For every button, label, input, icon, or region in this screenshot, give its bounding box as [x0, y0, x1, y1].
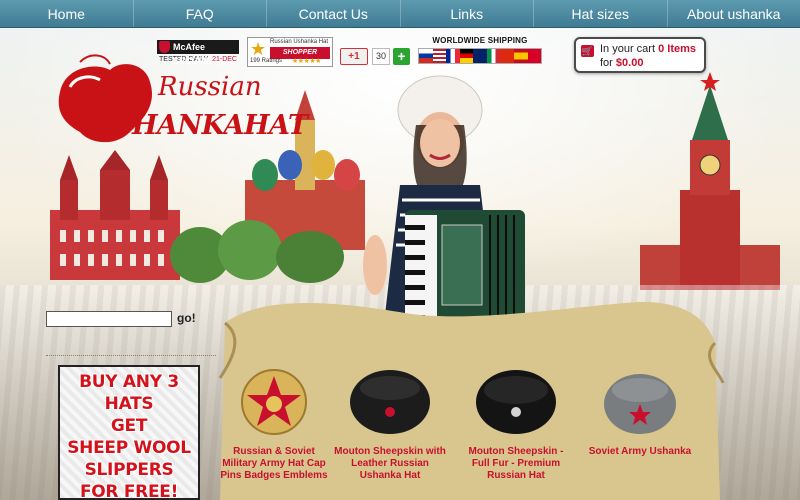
product-card-soviet-army[interactable]: Soviet Army Ushanka: [584, 368, 696, 458]
mcafee-date-text: 21-DEC: [212, 56, 237, 63]
black-fur-ushanka-hat-icon: [476, 370, 556, 434]
product-card-mouton-leather[interactable]: Mouton Sheepskin with Leather Russian Us…: [334, 368, 446, 482]
promo-line-1: BUY ANY 3 HATS: [79, 372, 179, 414]
cart-item-count: 0 Items: [658, 43, 697, 55]
cart-for-text: for: [600, 57, 613, 69]
product-name[interactable]: Mouton Sheepskin - Full Fur - Premium Ru…: [460, 446, 572, 482]
product-name[interactable]: Mouton Sheepskin with Leather Russian Us…: [334, 446, 446, 482]
nav-faq[interactable]: FAQ: [134, 0, 267, 27]
shopper-approved-ratings: 199 Ratings: [250, 58, 283, 64]
logo-text-russian: Russian: [158, 72, 262, 102]
kremlin-spasskaya-tower-illustration: [640, 72, 780, 290]
google-plus-one-button[interactable]: +1: [340, 48, 368, 65]
nav-contact-us[interactable]: Contact Us: [267, 0, 401, 27]
worldwide-shipping-label: WORLDWIDE SHIPPING: [432, 36, 528, 45]
logo-text-ushankahat: USHANKAHAT: [90, 110, 308, 141]
search-go-button[interactable]: go!: [177, 311, 196, 325]
product-name[interactable]: Soviet Army Ushanka: [584, 446, 696, 458]
state-historical-museum-illustration: [50, 150, 180, 280]
cart-total: $0.00: [615, 57, 644, 69]
country-flags-icon: [418, 48, 542, 64]
nav-links[interactable]: Links: [401, 0, 534, 27]
product-card-badges[interactable]: Russian & Soviet Military Army Hat Cap P…: [218, 368, 330, 482]
shopping-cart-icon: 🛒: [581, 45, 594, 57]
shopping-cart-summary[interactable]: 🛒 In your cart 0 Items for $0.00: [574, 37, 706, 73]
google-plus-count: 30: [372, 48, 390, 65]
trees-illustration: [170, 220, 344, 283]
share-plus-button[interactable]: +: [393, 48, 410, 65]
sidebar-divider: [46, 355, 216, 356]
cart-prefix-text: In your cart: [600, 43, 656, 55]
promo-line-4: SLIPPERS: [84, 460, 174, 480]
worldwide-shipping-badge: WORLDWIDE SHIPPING: [418, 36, 542, 66]
site-logo[interactable]: Russian USHANKAHAT: [50, 52, 308, 157]
promo-line-2: GET: [110, 416, 148, 436]
shopper-approved-badge[interactable]: ★ Russian Ushanka Hat SHOPPER APPROVED 1…: [247, 37, 333, 68]
nav-about-ushanka[interactable]: About ushanka: [668, 0, 800, 27]
product-name[interactable]: Russian & Soviet Military Army Hat Cap P…: [218, 446, 330, 482]
shopper-approved-site-name: Russian Ushanka Hat: [270, 39, 329, 45]
search-input[interactable]: [46, 311, 172, 327]
red-star-badge-icon: [241, 369, 307, 435]
promo-line-5: FOR FREE!: [79, 482, 179, 500]
promo-line-3: SHEEP WOOL: [67, 438, 191, 458]
gray-army-ushanka-icon: [604, 374, 676, 434]
top-navigation: Home FAQ Contact Us Links Hat sizes Abou…: [0, 0, 800, 28]
product-card-mouton-full-fur[interactable]: Mouton Sheepskin - Full Fur - Premium Ru…: [460, 368, 572, 482]
mcafee-secure-badge[interactable]: McAfee SECURE TESTED DAILY 21-DEC: [157, 40, 239, 66]
black-ushanka-hat-icon: [350, 370, 430, 434]
nav-hat-sizes[interactable]: Hat sizes: [534, 0, 668, 27]
nav-home[interactable]: Home: [0, 0, 134, 27]
mcafee-shield-icon: [159, 41, 170, 53]
free-slippers-promo-banner[interactable]: BUY ANY 3 HATS GET SHEEP WOOL SLIPPERS F…: [58, 365, 200, 500]
rating-stars-icon: ★★★★★: [292, 58, 321, 65]
gold-star-icon: ★: [250, 39, 267, 59]
